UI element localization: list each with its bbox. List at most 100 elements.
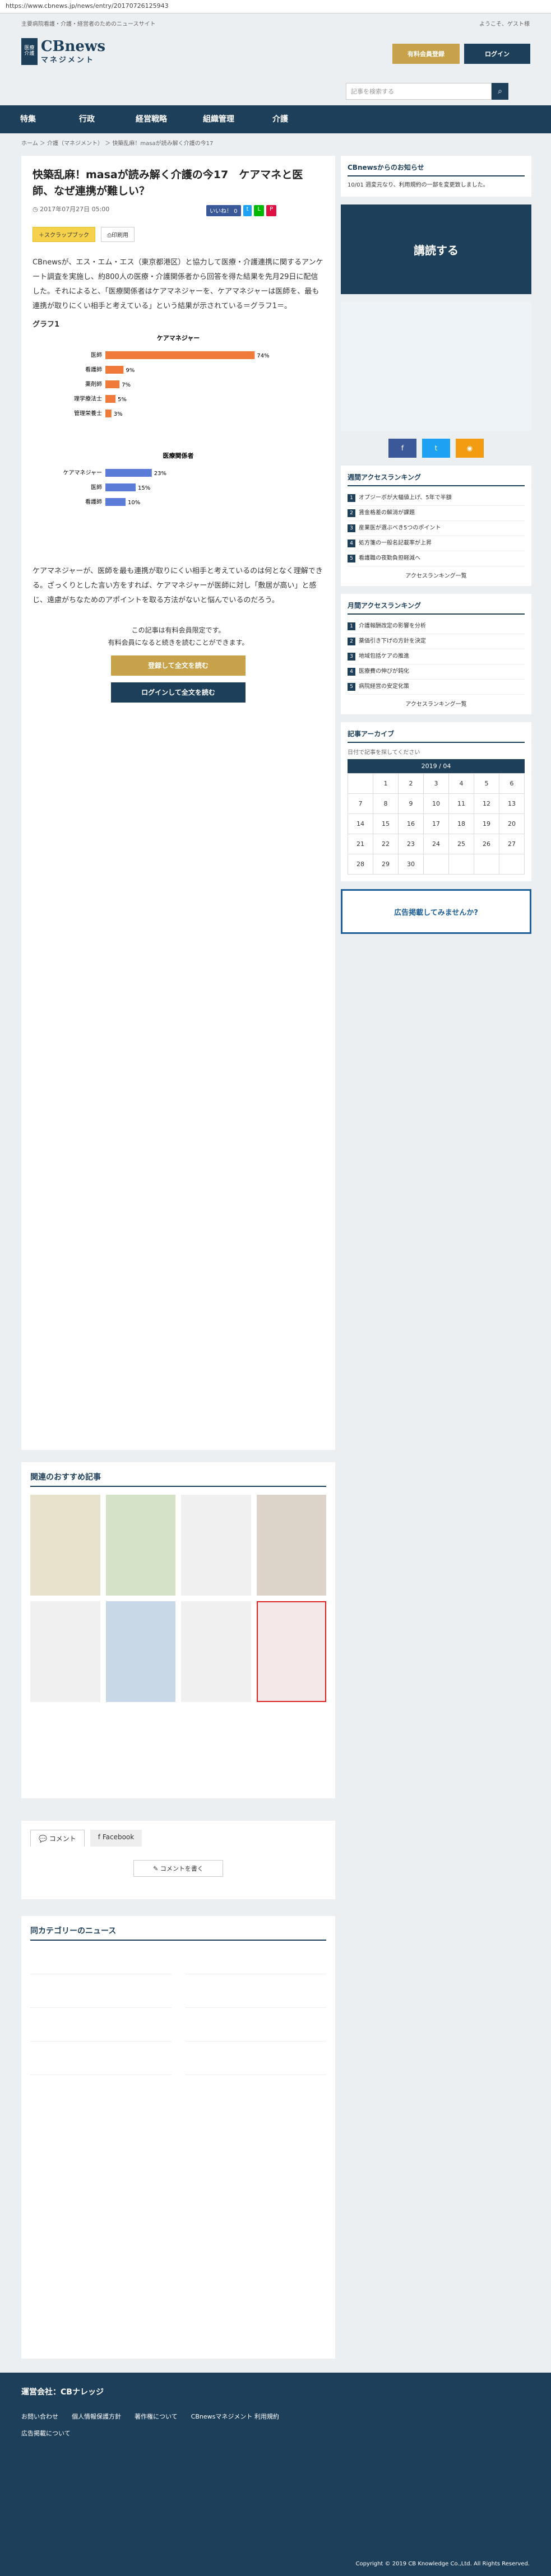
- bar: [105, 380, 120, 388]
- welcome-text: ようこそ、ゲスト様: [479, 21, 530, 27]
- bar-value: 15%: [138, 485, 150, 491]
- ad-banner[interactable]: 広告掲載してみませんか?: [341, 889, 531, 934]
- bar: [105, 498, 126, 506]
- ranking-item[interactable]: 1 介護報酬改定の影響を分析: [348, 619, 525, 634]
- related-card[interactable]: [30, 1601, 100, 1702]
- ranking-item[interactable]: 2 薬価引き下げの方針を決定: [348, 634, 525, 649]
- footer-company: 運営会社：CBナレッジ: [21, 2388, 104, 2397]
- category-news: 同カテゴリーのニュース: [21, 1916, 335, 2359]
- footer-link[interactable]: 著作権について: [135, 2412, 178, 2421]
- weekly-ranking-title: 週間アクセスランキング: [348, 472, 525, 486]
- chart-label: グラフ1: [33, 320, 60, 329]
- calendar-month[interactable]: 2019 / 04: [348, 759, 525, 773]
- notice-text[interactable]: 10/01 週変元なり、利用規約の一部を変更致しました。: [348, 181, 525, 190]
- related-card[interactable]: [181, 1601, 251, 1702]
- ranking-item[interactable]: 2 賃金格差の解消が課題: [348, 506, 525, 521]
- bar: [105, 469, 152, 477]
- related-articles: 関連のおすすめ記事: [21, 1462, 335, 1798]
- footer-link[interactable]: CBnewsマネジメント 利用規約: [191, 2412, 279, 2421]
- chart2-title: 医療関係者: [163, 452, 194, 459]
- write-comment-button[interactable]: ✎ コメントを書く: [133, 1860, 223, 1877]
- comment-icon: 💬: [39, 1835, 49, 1843]
- main-nav: 特集 行政 経営戦略 組織管理 介護: [0, 105, 551, 133]
- clock-icon: ◷: [33, 206, 40, 213]
- news-item[interactable]: [30, 1949, 172, 1974]
- bar-label: ケアマネジャー: [63, 469, 103, 476]
- footer-link[interactable]: 個人情報保護方針: [72, 2412, 121, 2421]
- ranking-more-link[interactable]: アクセスランキング一覧: [348, 571, 525, 579]
- tab-comment[interactable]: 💬 コメント: [30, 1830, 85, 1847]
- nav-item-care[interactable]: 介護: [252, 105, 308, 133]
- copyright: Copyright © 2019 CB Knowledge Co.,Ltd. A…: [355, 2561, 530, 2567]
- news-title: 同カテゴリーのニュース: [30, 1925, 326, 1941]
- login-button[interactable]: ログイン: [464, 44, 530, 64]
- news-item[interactable]: [185, 1949, 326, 1974]
- news-item[interactable]: [185, 1982, 326, 2008]
- paywall-notice-2: 有料会員になると続きを読むことができます。: [108, 638, 249, 647]
- monthly-ranking: 月間アクセスランキング 1 介護報酬改定の影響を分析 2 薬価引き下げの方針を決定 …: [341, 594, 531, 714]
- bar-value: 5%: [118, 397, 127, 403]
- bar: [105, 410, 112, 417]
- search-input[interactable]: 記事を検索する: [346, 83, 492, 100]
- bar-value: 74%: [257, 353, 269, 359]
- nav-item-gov[interactable]: 行政: [59, 105, 115, 133]
- print-button[interactable]: ⎙印刷用: [101, 227, 135, 242]
- nav-item-feature[interactable]: 特集: [0, 105, 56, 133]
- logo-text: CBnews: [40, 38, 105, 55]
- scrapbook-button[interactable]: ＋スクラップブック: [33, 227, 95, 242]
- tab-facebook[interactable]: f Facebook: [90, 1830, 142, 1847]
- site-logo[interactable]: 医療 介護 CBnews マネジメント: [21, 35, 105, 68]
- news-item[interactable]: [185, 2049, 326, 2075]
- bar-value: 3%: [114, 411, 123, 417]
- search-button[interactable]: ⌕: [492, 83, 508, 100]
- ranking-item[interactable]: 3 地域包括ケアの推進: [348, 649, 525, 664]
- related-card[interactable]: [105, 1495, 175, 1596]
- weekly-ranking: 週間アクセスランキング 1 オプジーボが大幅値上げ、5年で半額 2 賃金格差の解消が…: [341, 466, 531, 586]
- search-icon: ⌕: [498, 87, 502, 96]
- bar: [105, 366, 124, 374]
- ranking-item[interactable]: 1 オプジーボが大幅値上げ、5年で半額: [348, 491, 525, 506]
- register-read-button[interactable]: 登録して全文を読む: [111, 655, 246, 676]
- member-register-button[interactable]: 有料会員登録: [392, 44, 460, 64]
- address-bar[interactable]: https://www.cbnews.jp/news/entry/2017072…: [0, 0, 551, 13]
- nav-item-strategy[interactable]: 経営戦略: [123, 105, 179, 133]
- bar-label: 薬剤師: [85, 380, 102, 388]
- ranking-item[interactable]: 4 処方箋の一般名記載率が上昇: [348, 536, 525, 551]
- news-item[interactable]: [30, 2049, 172, 2075]
- article-title: 快築乱麻！masaが読み解く介護の今17 ケアマネと医師、なぜ連携が難しい？: [33, 169, 303, 197]
- nav-item-org[interactable]: 組織管理: [191, 105, 247, 133]
- facebook-icon[interactable]: f: [388, 439, 416, 458]
- paywall-notice: この記事は有料会員限定です。: [131, 626, 225, 634]
- subscribe-banner[interactable]: [341, 302, 531, 431]
- news-item[interactable]: [30, 1982, 172, 2008]
- bar-value: 7%: [122, 382, 131, 388]
- app-banner[interactable]: 講読する: [341, 204, 531, 294]
- ranking-more-link[interactable]: アクセスランキング一覧: [348, 699, 525, 708]
- ranking-item[interactable]: 3 産業医が選ぶべき5つのポイント: [348, 521, 525, 536]
- rss-icon[interactable]: ◉: [456, 439, 484, 458]
- bar-label: 理学療法士: [74, 395, 102, 402]
- calendar-grid[interactable]: 123456 7 8 9 10 11 12 13 14 15 16 17 18 19 20 21 22 23…: [348, 773, 525, 875]
- ranking-item[interactable]: 5 病院経営の安定化策: [348, 680, 525, 695]
- ranking-item[interactable]: 5 看護職の夜勤負担軽減へ: [348, 551, 525, 566]
- ranking-item[interactable]: 4 医療費の伸びが鈍化: [348, 664, 525, 680]
- twitter-icon[interactable]: t: [422, 439, 450, 458]
- line-icon[interactable]: L: [254, 205, 265, 216]
- footer-link[interactable]: 広告掲載について: [21, 2429, 71, 2438]
- pocket-icon[interactable]: P: [266, 205, 277, 216]
- news-item[interactable]: [30, 2016, 172, 2042]
- bar: [105, 351, 255, 359]
- login-read-button[interactable]: ログインして全文を読む: [111, 682, 246, 703]
- twitter-icon[interactable]: t: [243, 205, 252, 216]
- bar-label: 看護師: [85, 366, 102, 373]
- bar-value: 23%: [154, 471, 166, 477]
- related-card-ad[interactable]: [256, 1601, 326, 1702]
- related-card[interactable]: [105, 1601, 175, 1702]
- facebook-like-button[interactable]: いいね！ 0: [206, 205, 241, 216]
- related-card[interactable]: [30, 1495, 100, 1596]
- news-item[interactable]: [185, 2016, 326, 2042]
- related-card[interactable]: [181, 1495, 251, 1596]
- footer-link[interactable]: お問い合わせ: [21, 2412, 58, 2421]
- related-card[interactable]: [256, 1495, 326, 1596]
- facebook-icon: f: [98, 1833, 103, 1841]
